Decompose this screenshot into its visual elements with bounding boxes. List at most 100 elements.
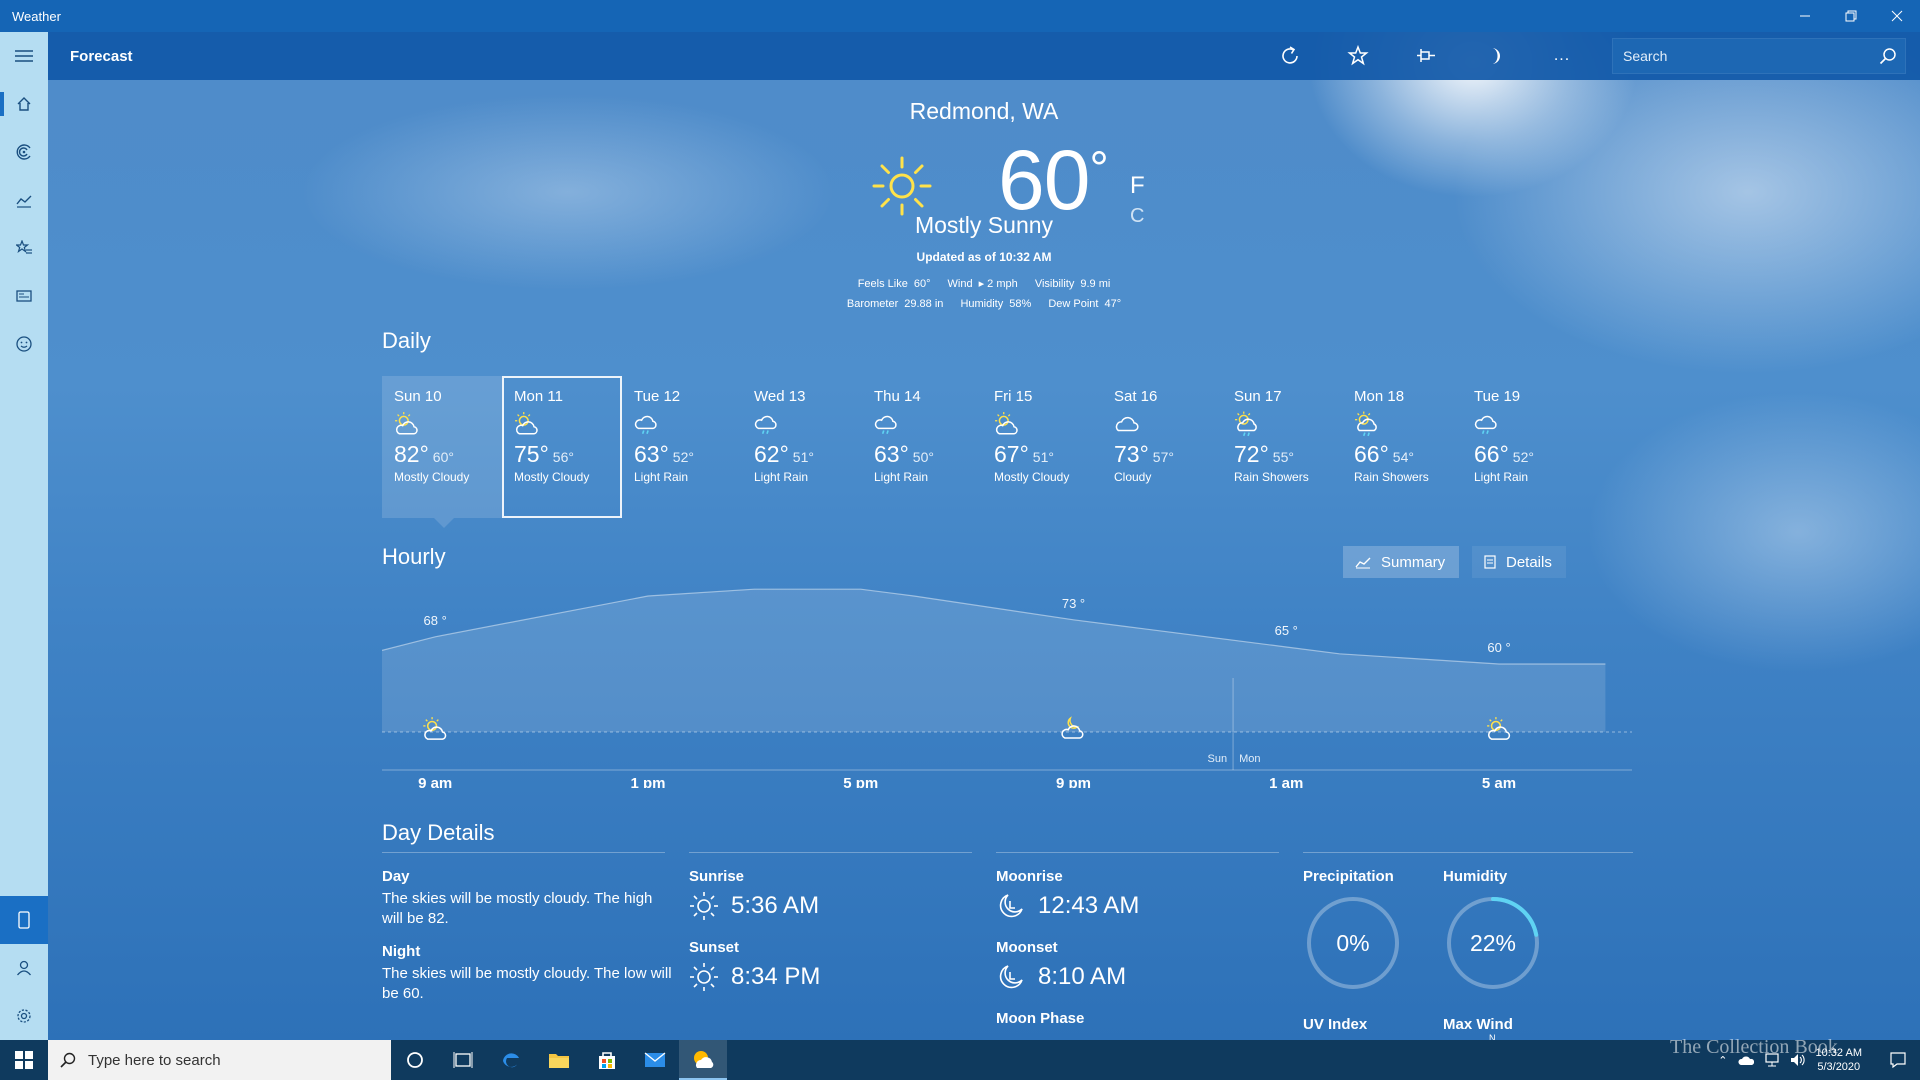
details-toggle-button[interactable]: Details <box>1472 546 1566 578</box>
nav-life[interactable] <box>0 320 48 368</box>
daily-card[interactable]: Sun 17 72° 55° Rain Showers <box>1222 376 1342 518</box>
clock-date: 5/3/2020 <box>1817 1061 1861 1073</box>
favorite-button[interactable] <box>1324 32 1392 80</box>
pin-icon <box>1417 49 1435 62</box>
app-bar: Forecast ... <box>48 32 1920 80</box>
day-low: 52° <box>1512 449 1534 465</box>
taskbar-search[interactable] <box>48 1040 391 1080</box>
nav-account[interactable] <box>0 944 48 992</box>
window-titlebar: Weather <box>0 0 1920 32</box>
daily-card[interactable]: Thu 14 63° 50° Light Rain <box>862 376 982 518</box>
nav-settings[interactable] <box>0 992 48 1040</box>
summary-label: Summary <box>1381 553 1446 571</box>
details-label: Details <box>1506 553 1552 571</box>
wind-direction-icon: ▸ <box>978 278 988 290</box>
hourly-time-tick: 1 am <box>1269 775 1303 788</box>
star-icon <box>1347 45 1369 66</box>
observations-row-2: Barometer 29.88 in Humidity 58% Dew Point 4… <box>48 298 1920 310</box>
file-explorer-button[interactable] <box>535 1040 583 1080</box>
day-high: 66° <box>1354 441 1389 467</box>
daily-card[interactable]: Mon 11 75° 56° Mostly Cloudy <box>502 376 622 518</box>
close-button[interactable] <box>1874 0 1920 32</box>
hourly-temperature-label: 73 ° <box>1062 596 1085 611</box>
day-low: 56° <box>552 449 574 465</box>
nav-favorites[interactable] <box>0 224 48 272</box>
taskbar-search-input[interactable] <box>88 1051 368 1069</box>
sunrise-label: Sunrise <box>689 868 745 885</box>
edge-browser-button[interactable] <box>487 1040 535 1080</box>
day-low: 54° <box>1392 449 1414 465</box>
day-condition: Cloudy <box>1114 470 1152 484</box>
nav-historical[interactable] <box>0 176 48 224</box>
refresh-button[interactable] <box>1256 32 1324 80</box>
day-night-summary: Day The skies will be mostly cloudy. The… <box>382 868 672 1004</box>
hourly-time-tick: 5 am <box>1482 775 1516 788</box>
restore-button[interactable] <box>1828 0 1874 32</box>
search-box[interactable] <box>1612 38 1906 74</box>
task-view-button[interactable] <box>439 1040 487 1080</box>
weather-app-button[interactable] <box>679 1040 727 1080</box>
rain-icon <box>874 415 897 435</box>
daily-card[interactable]: Mon 18 66° 54° Rain Showers <box>1342 376 1462 518</box>
more-icon: ... <box>1553 47 1571 64</box>
pin-button[interactable] <box>1392 32 1460 80</box>
hourly-heading: Hourly <box>382 544 446 569</box>
moon-icon <box>1492 48 1500 64</box>
task-view-icon <box>453 1052 473 1068</box>
day-high: 73° <box>1114 441 1149 467</box>
more-options-button[interactable]: ... <box>1528 32 1596 80</box>
dark-mode-button[interactable] <box>1460 32 1528 80</box>
hourly-temperature-label: 60 ° <box>1487 640 1510 655</box>
cortana-button[interactable] <box>391 1040 439 1080</box>
search-icon[interactable] <box>1879 47 1897 65</box>
mail-button[interactable] <box>631 1040 679 1080</box>
hourly-temperature-label: 68 ° <box>424 613 447 628</box>
day-low: 57° <box>1152 449 1174 465</box>
action-center-button[interactable] <box>1876 1040 1920 1080</box>
day-low: 51° <box>1032 449 1054 465</box>
restore-icon <box>1845 10 1857 22</box>
nav-forecast[interactable] <box>0 80 48 128</box>
nav-phone[interactable] <box>0 896 48 944</box>
humidity-value: 58% <box>1009 298 1032 310</box>
notification-icon <box>1890 1052 1906 1068</box>
nav-news[interactable] <box>0 272 48 320</box>
wind-value: 2 mph <box>987 278 1018 290</box>
nav-maps[interactable] <box>0 128 48 176</box>
day-text: The skies will be mostly cloudy. The hig… <box>382 890 653 927</box>
store-button[interactable] <box>583 1040 631 1080</box>
unit-fahrenheit-button[interactable]: F <box>1130 172 1145 200</box>
precipitation-gauge-block: Precipitation 0% UV Index <box>1303 868 1453 1033</box>
sunset-icon <box>690 963 718 991</box>
search-input[interactable] <box>1623 48 1879 64</box>
uv-index-label: UV Index <box>1303 1016 1368 1033</box>
daily-card[interactable]: Fri 15 67° 51° Mostly Cloudy <box>982 376 1102 518</box>
daily-card[interactable]: Tue 19 66° 52° Light Rain <box>1462 376 1582 518</box>
summary-toggle-button[interactable]: Summary <box>1343 546 1460 578</box>
dewpoint-value: 47° <box>1104 298 1122 310</box>
night-text: The skies will be mostly cloudy. The low… <box>382 965 672 1002</box>
daily-card[interactable]: Tue 12 63° 52° Light Rain <box>622 376 742 518</box>
cortana-icon <box>407 1052 423 1068</box>
minimize-button[interactable] <box>1782 0 1828 32</box>
hourly-time-tick: 9 am <box>418 775 452 788</box>
daily-card[interactable]: Sat 16 73° 57° Cloudy <box>1102 376 1222 518</box>
compass-north: N <box>1489 1033 1496 1040</box>
day-name: Sun 10 <box>394 388 442 405</box>
moon-times: Moonrise 12:43 AM Moonset 8:10 AM Moon P… <box>996 868 1279 1027</box>
day-name: Fri 15 <box>994 388 1033 405</box>
hamburger-menu-button[interactable] <box>0 32 48 80</box>
humidity-gauge-block: Humidity 22% Max Wind N <box>1443 868 1593 1040</box>
day-condition: Light Rain <box>634 470 689 484</box>
day-condition: Light Rain <box>754 470 809 484</box>
day-high: 82° <box>394 441 429 467</box>
sun-icon <box>872 156 932 216</box>
left-navigation <box>0 32 48 1040</box>
daily-card[interactable]: Wed 13 62° 51° Light Rain <box>742 376 862 518</box>
start-button[interactable] <box>0 1040 48 1080</box>
hourly-time-tick: 5 pm <box>843 775 878 788</box>
sun-rain-icon <box>1355 411 1377 437</box>
daily-card[interactable]: Sun 10 82° 60° Mostly Cloudy <box>382 376 502 518</box>
sunrise-icon <box>690 892 718 920</box>
day-name: Tue 19 <box>1474 388 1521 405</box>
